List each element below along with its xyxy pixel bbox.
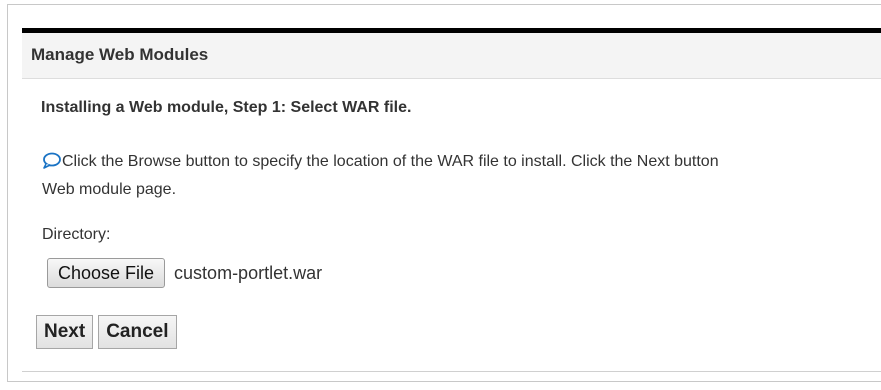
help-bubble-icon (42, 151, 62, 169)
directory-label: Directory: (42, 226, 111, 243)
wizard-actions: Next Cancel (36, 315, 177, 349)
help-text-line-2: Web module page. (42, 181, 177, 198)
page-title: Manage Web Modules (31, 45, 209, 64)
next-button[interactable]: Next (36, 315, 94, 349)
choose-file-button[interactable]: Choose File (47, 258, 166, 288)
help-line-1: Click the Browse button to specify the l… (42, 148, 881, 176)
step-title: Installing a Web module, Step 1: Select … (41, 99, 412, 116)
file-picker: Choose File custom-portlet.war (47, 258, 322, 288)
help-text-line-1: Click the Browse button to specify the l… (62, 153, 719, 170)
page-header: Manage Web Modules (22, 33, 881, 79)
selected-file-name: custom-portlet.war (174, 262, 323, 283)
help-text: Click the Browse button to specify the l… (42, 148, 881, 204)
cancel-button[interactable]: Cancel (98, 315, 177, 349)
wizard-content: Installing a Web module, Step 1: Select … (22, 80, 881, 372)
